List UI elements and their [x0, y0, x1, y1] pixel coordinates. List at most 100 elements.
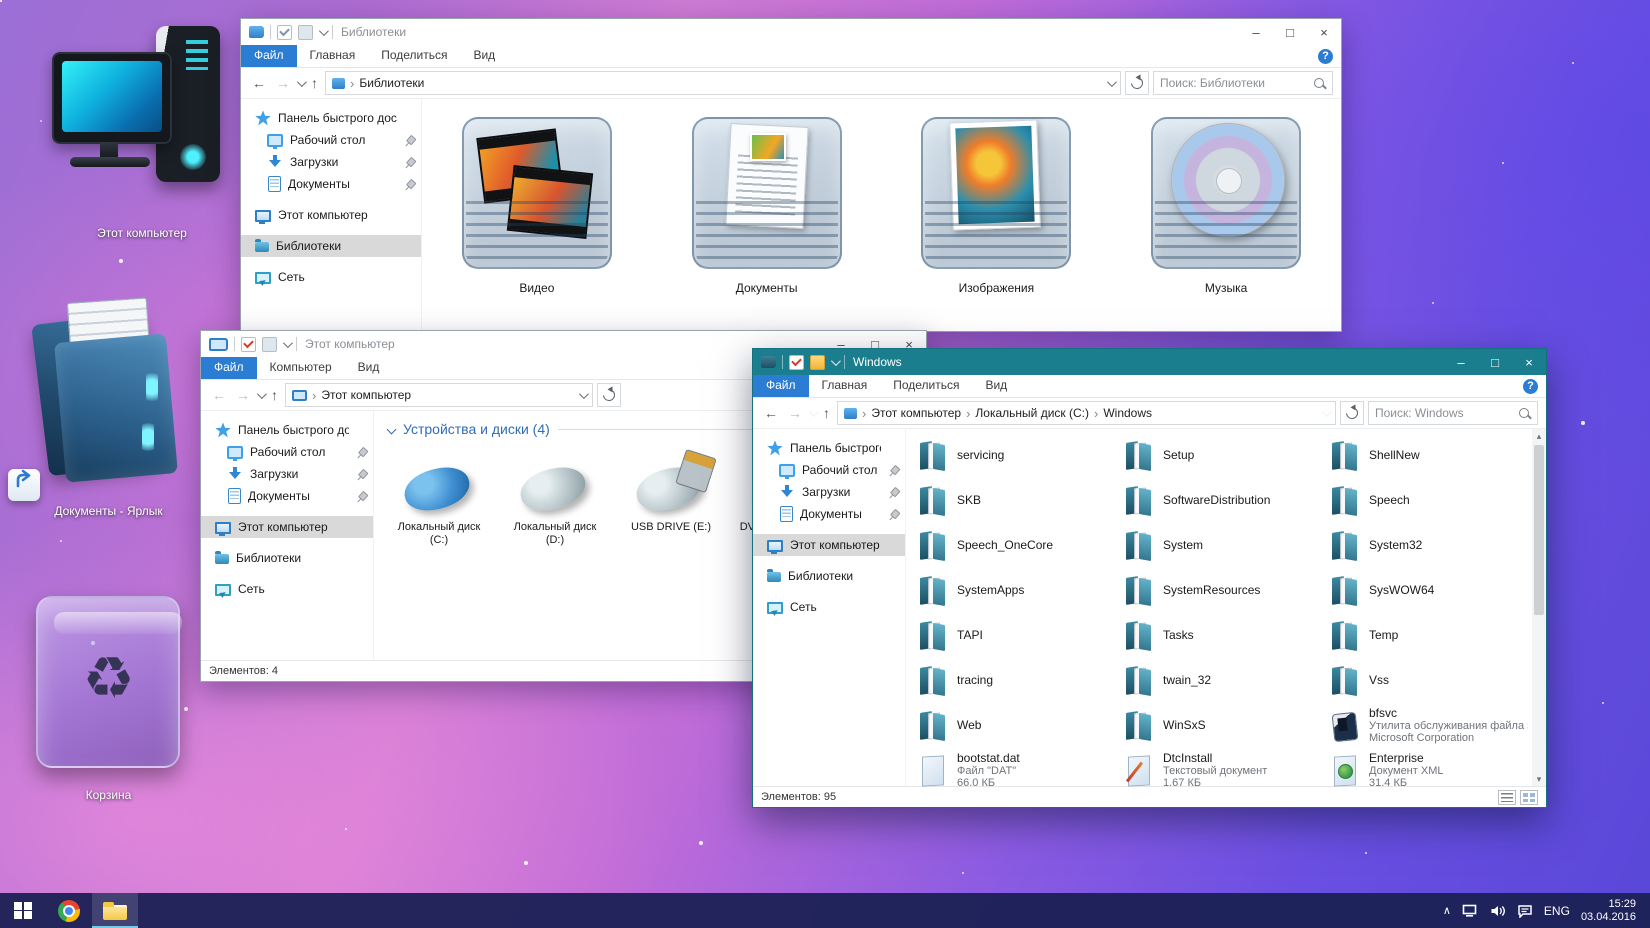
new-folder-qat-icon[interactable] [298, 25, 313, 40]
address-dropdown-chevron-icon[interactable] [578, 389, 588, 399]
file-item[interactable]: tracing [914, 658, 1120, 703]
refresh-button[interactable] [597, 383, 621, 407]
drive-item[interactable]: Локальный диск (D:) [504, 453, 606, 547]
back-button[interactable]: ← [209, 387, 229, 403]
qat-chevron-down-icon[interactable] [831, 356, 841, 366]
action-center-icon[interactable] [1517, 904, 1533, 918]
ribbon-tab[interactable]: Файл [753, 375, 809, 397]
file-item[interactable]: Temp [1326, 613, 1532, 658]
file-item[interactable]: twain_32 [1120, 658, 1326, 703]
vertical-scrollbar[interactable]: ▴ ▾ [1532, 429, 1546, 786]
close-button[interactable]: × [1512, 349, 1546, 375]
library-item[interactable]: Изображения [886, 111, 1106, 295]
ribbon-tab[interactable]: Файл [241, 45, 297, 67]
breadcrumb-segment[interactable]: Этот компьютер [321, 388, 411, 402]
breadcrumb-segment[interactable]: Библиотеки [359, 76, 424, 90]
recent-locations-chevron-icon[interactable] [257, 389, 267, 399]
recent-locations-chevron-icon[interactable] [809, 407, 819, 417]
sidebar-item[interactable]: Рабочий стол [753, 459, 905, 481]
scrollbar-thumb[interactable] [1534, 445, 1544, 615]
maximize-button[interactable]: □ [1478, 349, 1512, 375]
desktop-icon-documents-shortcut[interactable]: Документы - Ярлык [26, 292, 191, 518]
start-button[interactable] [0, 893, 46, 928]
qat-chevron-down-icon[interactable] [283, 338, 293, 348]
search-input[interactable] [1154, 76, 1314, 90]
scroll-up-arrow[interactable]: ▴ [1537, 429, 1542, 443]
file-item[interactable]: SoftwareDistribution [1120, 478, 1326, 523]
sidebar-item[interactable]: Загрузки [241, 151, 421, 173]
sidebar-item[interactable]: Панель быстрого доступа [201, 419, 373, 441]
drive-item[interactable]: USB DRIVE (E:) [620, 453, 722, 547]
details-view-button[interactable] [1498, 790, 1516, 805]
taskbar-clock[interactable]: 15:29 03.04.2016 [1581, 898, 1640, 924]
close-button[interactable]: × [1307, 19, 1341, 45]
help-icon[interactable]: ? [1523, 379, 1538, 394]
language-indicator[interactable]: ENG [1544, 904, 1570, 918]
ribbon-tab[interactable]: Главная [297, 45, 369, 67]
file-item[interactable]: WinSxS [1120, 703, 1326, 748]
desktop-icon-recycle-bin[interactable]: ♻ Корзина [26, 586, 191, 802]
ribbon-tab[interactable]: Вид [345, 357, 393, 379]
file-item[interactable]: Speech_OneCore [914, 523, 1120, 568]
file-item[interactable]: SystemResources [1120, 568, 1326, 613]
minimize-button[interactable]: – [1444, 349, 1478, 375]
sidebar-item[interactable]: Панель быстрого доступа [241, 107, 421, 129]
app-icon[interactable] [761, 356, 776, 368]
refresh-button[interactable] [1340, 401, 1364, 425]
up-button[interactable]: ↑ [820, 405, 833, 421]
search-input[interactable] [1369, 406, 1519, 420]
desktop-icon-this-pc[interactable]: Этот компьютер [52, 26, 232, 240]
taskbar-explorer-button[interactable] [92, 893, 138, 928]
sidebar-item[interactable]: Загрузки [201, 463, 373, 485]
sidebar-item[interactable]: Документы [753, 503, 905, 525]
icons-view-button[interactable] [1520, 790, 1538, 805]
sidebar-item[interactable]: Загрузки [753, 481, 905, 503]
ribbon-tab[interactable]: Поделиться [880, 375, 972, 397]
ribbon-tab[interactable]: Вид [460, 45, 508, 67]
address-bar[interactable]: › Этот компьютер [285, 383, 593, 407]
forward-button[interactable]: → [273, 75, 293, 91]
file-item[interactable]: Tasks [1120, 613, 1326, 658]
scroll-down-arrow[interactable]: ▾ [1537, 772, 1542, 786]
search-box[interactable] [1368, 401, 1538, 425]
file-item[interactable]: SysWOW64 [1326, 568, 1532, 613]
titlebar[interactable]: Библиотеки – □ × [241, 19, 1341, 45]
sidebar-item[interactable]: Сеть [201, 578, 373, 600]
drive-item[interactable]: Локальный диск (C:) [388, 453, 490, 547]
search-box[interactable] [1153, 71, 1333, 95]
volume-icon[interactable] [1490, 904, 1506, 918]
back-button[interactable]: ← [761, 405, 781, 421]
file-item[interactable]: SystemApps [914, 568, 1120, 613]
file-item[interactable]: servicing [914, 433, 1120, 478]
recent-locations-chevron-icon[interactable] [297, 77, 307, 87]
sidebar-item[interactable]: Панель быстрого доступа [753, 437, 905, 459]
breadcrumb-segment[interactable]: Windows [1103, 406, 1152, 420]
breadcrumb-segment[interactable]: Этот компьютер [871, 406, 961, 420]
sidebar-item[interactable]: Библиотеки [753, 565, 905, 587]
sidebar-item[interactable]: Этот компьютер [753, 534, 905, 556]
sidebar-item[interactable]: Рабочий стол [241, 129, 421, 151]
file-item[interactable]: Web [914, 703, 1120, 748]
app-icon[interactable] [209, 338, 228, 351]
address-dropdown-chevron-icon[interactable] [1107, 77, 1117, 87]
app-icon[interactable] [249, 26, 264, 38]
library-item[interactable]: Видео [427, 111, 647, 295]
tray-expand-chevron-icon[interactable]: ∧ [1443, 904, 1451, 917]
desktop-shortcut-arrow[interactable] [8, 464, 42, 501]
sidebar-item[interactable]: Сеть [753, 596, 905, 618]
ribbon-tab[interactable]: Поделиться [368, 45, 460, 67]
sidebar-item[interactable]: Этот компьютер [241, 204, 421, 226]
properties-qat-icon[interactable] [277, 25, 292, 40]
new-folder-qat-icon[interactable] [262, 337, 277, 352]
minimize-button[interactable]: – [1239, 19, 1273, 45]
sidebar-item[interactable]: Сеть [241, 266, 421, 288]
forward-button[interactable]: → [233, 387, 253, 403]
properties-qat-icon[interactable] [241, 337, 256, 352]
ribbon-tab[interactable]: Вид [972, 375, 1020, 397]
address-dropdown-chevron-icon[interactable] [1322, 407, 1332, 417]
collapse-chevron-icon[interactable] [387, 424, 397, 434]
refresh-button[interactable] [1125, 71, 1149, 95]
taskbar-chrome-button[interactable] [46, 893, 92, 928]
file-item[interactable]: System [1120, 523, 1326, 568]
sidebar-item[interactable]: Этот компьютер [201, 516, 373, 538]
